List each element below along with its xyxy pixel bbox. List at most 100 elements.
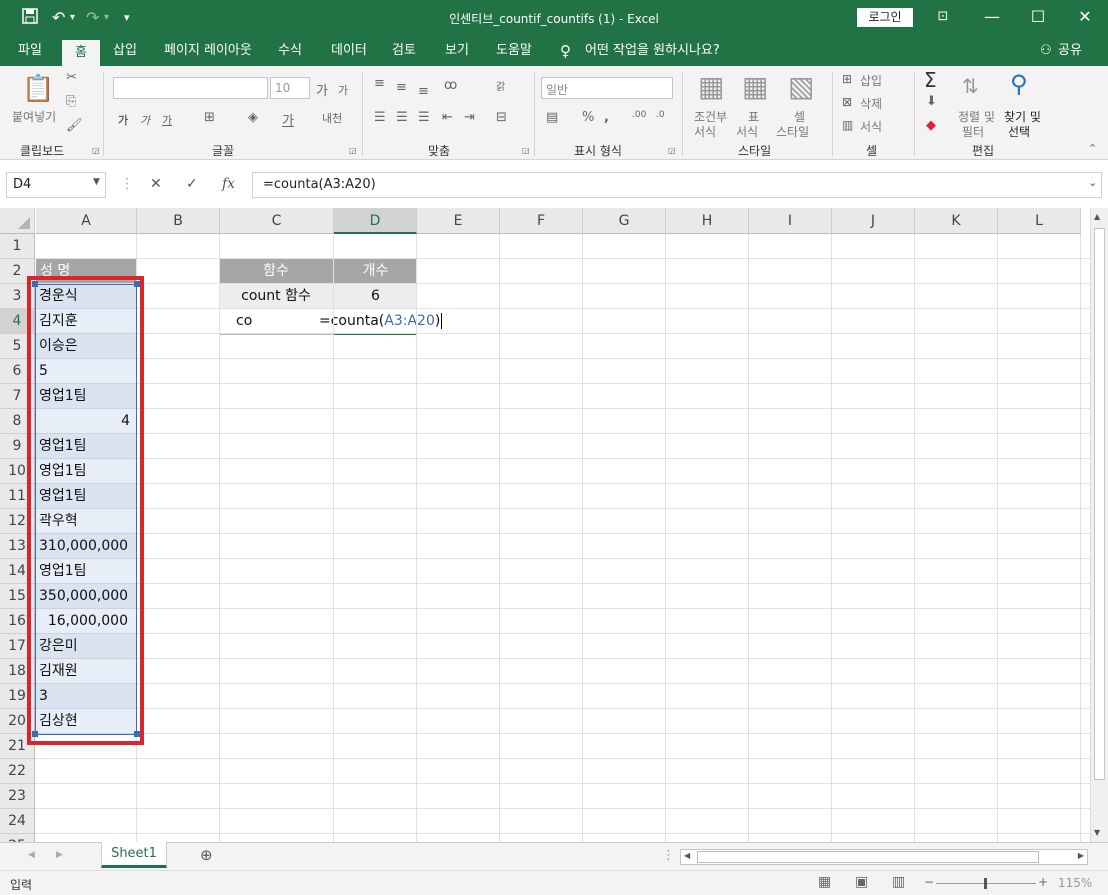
cancel-icon[interactable]: ✕	[150, 176, 162, 192]
tab-page-layout[interactable]: 페이지 레이아웃	[164, 36, 252, 66]
paste-icon[interactable]: 📋	[22, 74, 54, 104]
zoom-level[interactable]: 115%	[1058, 876, 1092, 890]
insert-cells-icon[interactable]: ⊞	[842, 72, 852, 86]
tab-view[interactable]: 보기	[445, 36, 469, 66]
page-break-view-icon[interactable]: ▥	[892, 874, 905, 890]
column-header-L[interactable]: L	[998, 208, 1081, 234]
clear-icon[interactable]: ◆	[926, 118, 936, 133]
font-size-combo[interactable]: 10	[270, 77, 310, 99]
shrink-font-icon[interactable]: 가	[338, 82, 348, 98]
column-header-I[interactable]: I	[749, 208, 832, 234]
zoom-in-icon[interactable]: +	[1038, 875, 1048, 889]
formula-input[interactable]: =counta(A3:A20)	[252, 172, 1102, 198]
align-bottom-icon[interactable]: ≡	[418, 84, 429, 99]
align-middle-icon[interactable]: ≡	[396, 80, 407, 95]
fill-icon[interactable]: ⬇	[926, 94, 937, 109]
zoom-slider-thumb[interactable]	[984, 878, 987, 889]
paste-button[interactable]: 붙여넣기	[12, 108, 56, 125]
bold-icon[interactable]: 가	[118, 112, 128, 128]
tab-insert[interactable]: 삽입	[113, 36, 137, 66]
zoom-out-icon[interactable]: −	[924, 875, 934, 889]
name-box[interactable]: D4	[6, 172, 106, 198]
font-name-combo[interactable]	[113, 77, 268, 99]
column-header-A[interactable]: A	[36, 208, 137, 234]
align-right-icon[interactable]: ☰	[418, 110, 430, 125]
clipboard-launcher-icon[interactable]: ◲	[92, 146, 100, 155]
find-select-icon[interactable]: ⚲	[1010, 70, 1028, 98]
customize-qat-icon[interactable]: ▾	[124, 11, 130, 24]
format-cells-button[interactable]: 서식	[860, 118, 882, 135]
decrease-decimal-icon[interactable]: .0	[656, 110, 665, 120]
orientation-icon[interactable]: ꝏ	[444, 78, 457, 93]
align-center-icon[interactable]: ☰	[396, 110, 408, 125]
column-header-D[interactable]: D	[334, 208, 417, 234]
merge-center-icon[interactable]: ⊟	[496, 110, 507, 125]
format-painter-icon[interactable]: 🖌	[66, 118, 83, 133]
select-all-corner[interactable]	[0, 208, 35, 234]
scroll-right-icon[interactable]: ▶	[1078, 851, 1084, 860]
redo-dropdown-icon[interactable]: ▾	[104, 12, 109, 23]
border-icon[interactable]: ⊞	[204, 110, 215, 125]
row-header-25[interactable]: 25	[0, 834, 35, 842]
scroll-up-icon[interactable]: ▲	[1094, 212, 1100, 221]
cell-D3[interactable]: 6	[334, 284, 417, 309]
ribbon-display-icon[interactable]: ⊡	[932, 6, 954, 28]
vertical-scrollbar[interactable]: ▲ ▼	[1090, 208, 1108, 842]
normal-view-icon[interactable]: ▦	[818, 874, 831, 890]
cell-D4-editing[interactable]: =counta(A3:A20)	[319, 309, 445, 334]
fill-color-icon[interactable]: ◈	[248, 110, 258, 125]
column-header-C[interactable]: C	[220, 208, 334, 234]
align-top-icon[interactable]: ≡	[374, 76, 385, 91]
name-box-dropdown-icon[interactable]: ▼	[93, 177, 100, 187]
redo-icon[interactable]: ↷	[86, 8, 99, 27]
tab-formulas[interactable]: 수식	[278, 36, 302, 66]
insert-cells-button[interactable]: 삽입	[860, 72, 882, 89]
next-sheet-icon[interactable]: ▶	[56, 850, 63, 860]
number-format-combo[interactable]: 일반	[541, 77, 673, 99]
row-header-1[interactable]: 1	[0, 234, 35, 259]
tab-home[interactable]: 홈	[62, 38, 100, 66]
italic-icon[interactable]: 가	[140, 112, 150, 128]
cell-C3[interactable]: count 함수	[219, 284, 333, 309]
row-header-24[interactable]: 24	[0, 809, 35, 834]
column-header-E[interactable]: E	[417, 208, 500, 234]
column-header-K[interactable]: K	[915, 208, 998, 234]
range-handle[interactable]	[32, 281, 38, 287]
undo-dropdown-icon[interactable]: ▾	[70, 12, 75, 23]
cell-D2[interactable]: 개수	[334, 259, 417, 284]
scroll-down-icon[interactable]: ▼	[1094, 828, 1100, 837]
page-layout-view-icon[interactable]: ▣	[855, 874, 868, 890]
range-handle[interactable]	[32, 731, 38, 737]
share-button[interactable]: 공유	[1058, 36, 1082, 66]
row-header-22[interactable]: 22	[0, 759, 35, 784]
autosum-icon[interactable]: Σ	[924, 68, 937, 92]
scroll-left-icon[interactable]: ◀	[684, 851, 690, 860]
sheet-tab-sheet1[interactable]: Sheet1	[101, 842, 167, 868]
maximize-icon[interactable]: ☐	[1027, 6, 1049, 28]
tab-help[interactable]: 도움말	[496, 36, 532, 66]
number-launcher-icon[interactable]: ◲	[668, 146, 676, 155]
align-left-icon[interactable]: ☰	[374, 110, 386, 125]
tab-review[interactable]: 검토	[392, 36, 416, 66]
undo-icon[interactable]: ↶	[52, 8, 65, 27]
column-header-B[interactable]: B	[137, 208, 220, 234]
close-icon[interactable]: ✕	[1074, 6, 1096, 28]
underline-icon[interactable]: 가	[162, 112, 172, 128]
column-header-J[interactable]: J	[832, 208, 915, 234]
format-as-table-icon[interactable]: ▦	[742, 70, 768, 103]
grow-font-icon[interactable]: 가	[316, 80, 328, 99]
cell-C4[interactable]: co	[236, 309, 252, 334]
login-button[interactable]: 로그인	[857, 8, 913, 27]
sort-filter-icon[interactable]: ⇅	[962, 74, 979, 98]
tab-file[interactable]: 파일	[18, 36, 42, 66]
wrap-text-icon[interactable]: 갉	[496, 78, 505, 93]
percent-icon[interactable]: %	[582, 110, 594, 125]
increase-decimal-icon[interactable]: .00	[632, 110, 646, 120]
phonetic-icon[interactable]: 내천	[322, 110, 342, 126]
range-handle[interactable]	[134, 281, 140, 287]
accounting-format-icon[interactable]: ▤	[546, 110, 558, 125]
comma-icon[interactable]: ,	[604, 110, 609, 125]
font-launcher-icon[interactable]: ◲	[349, 146, 357, 155]
column-header-G[interactable]: G	[583, 208, 666, 234]
column-header-H[interactable]: H	[666, 208, 749, 234]
